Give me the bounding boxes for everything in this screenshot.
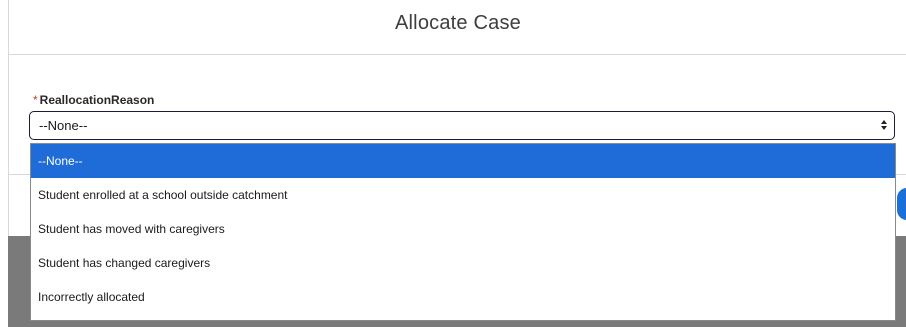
required-indicator: * [33,93,38,107]
option-changed-caregivers[interactable]: Student has changed caregivers [31,246,895,280]
page-edge [0,0,8,327]
reallocation-reason-label: * ReallocationReason [33,93,154,107]
footer-action-button[interactable] [897,188,906,220]
reallocation-reason-select[interactable]: --None-- [29,111,895,140]
select-current-value: --None-- [39,118,88,133]
modal-title: Allocate Case [395,11,521,34]
reallocation-reason-options: --None-- Student enrolled at a school ou… [30,143,896,321]
modal-header: Allocate Case [9,0,906,55]
up-down-chevron-icon [880,118,888,132]
option-none[interactable]: --None-- [31,144,895,178]
screen: Allocate Case * ReallocationReason --None… [0,0,906,327]
field-label-text: ReallocationReason [39,93,155,107]
option-incorrectly-allocated[interactable]: Incorrectly allocated [31,280,895,314]
option-outside-catchment[interactable]: Student enrolled at a school outside cat… [31,178,895,212]
option-moved-with-caregivers[interactable]: Student has moved with caregivers [31,212,895,246]
